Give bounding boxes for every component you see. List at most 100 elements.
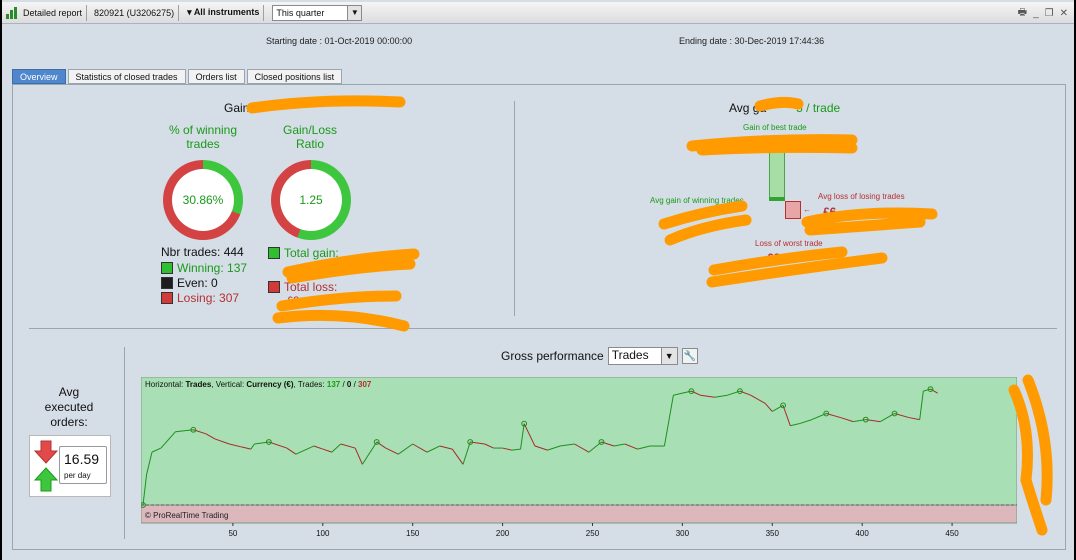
overview-panel: Gain: % of winning trades Gain/Loss Rati… bbox=[12, 84, 1066, 550]
total-gain: Total gain: bbox=[268, 246, 339, 260]
total-loss-label: Total loss: bbox=[284, 280, 338, 294]
green-swatch-icon bbox=[268, 247, 280, 259]
tab-overview[interactable]: Overview bbox=[12, 69, 66, 84]
winning-count: Winning: 137 bbox=[161, 261, 247, 275]
chart-info-h-prefix: Horizontal: bbox=[145, 380, 185, 389]
report-title: Detailed report bbox=[23, 7, 83, 18]
x-tick-label: 400 bbox=[855, 529, 869, 538]
report-window: Detailed report 820921 (U3206275) ▾ All … bbox=[0, 0, 1076, 560]
period-value: This quarter bbox=[276, 7, 325, 18]
chevron-down-icon: ▼ bbox=[660, 348, 677, 364]
window-controls: 🖶 _ ❐ ✕ bbox=[1018, 5, 1068, 22]
horizontal-divider bbox=[29, 328, 1057, 329]
close-icon[interactable]: ✕ bbox=[1060, 8, 1068, 19]
toolbar-divider bbox=[86, 4, 88, 21]
avg-title-text: Avg ga bbox=[729, 101, 767, 115]
worst-loss-value: £2 bbox=[767, 251, 781, 265]
performance-mode-value: Trades bbox=[611, 348, 649, 362]
winning-pct: 30.86% bbox=[172, 169, 234, 231]
gross-performance-chart[interactable]: Horizontal: Trades, Vertical: Currency (… bbox=[140, 376, 1018, 538]
loss-worst-trade-label: Loss of worst trade bbox=[755, 239, 823, 248]
chart-info-label: Horizontal: Trades, Vertical: Currency (… bbox=[145, 380, 372, 389]
chart-info-h-value: Trades bbox=[185, 380, 211, 389]
toolbar: Detailed report 820921 (U3206275) ▾ All … bbox=[2, 2, 1074, 24]
copyright-label: © ProRealTime Trading bbox=[145, 511, 228, 520]
losing-text: Losing: 307 bbox=[177, 291, 240, 305]
toolbar-divider bbox=[263, 4, 265, 21]
arrow-up-icon bbox=[33, 467, 59, 492]
gross-performance-title: Gross performance bbox=[501, 349, 604, 363]
positive-region bbox=[140, 376, 1018, 506]
chart-info-t-prefix: , Trades: bbox=[294, 380, 327, 389]
avg-loss-value: £6 bbox=[823, 205, 837, 219]
vertical-divider bbox=[514, 101, 515, 316]
per-day-card: 16.59 per day bbox=[59, 446, 107, 484]
chart-info-v-prefix: , Vertical: bbox=[211, 380, 246, 389]
instruments-dropdown[interactable]: ▾ All instruments bbox=[187, 7, 259, 18]
ratio-value: 1.25 bbox=[280, 169, 342, 231]
chart-info-separator: / bbox=[340, 380, 347, 389]
x-tick-label: 300 bbox=[676, 529, 690, 538]
losing-count: Losing: 307 bbox=[161, 291, 239, 305]
toolbar-divider bbox=[178, 4, 180, 21]
performance-mode-select[interactable]: Trades ▼ bbox=[607, 347, 678, 365]
wrench-icon[interactable]: 🔧 bbox=[681, 348, 698, 364]
x-tick-label: 150 bbox=[406, 529, 420, 538]
total-loss: Total loss: bbox=[268, 280, 337, 294]
instruments-label: All instruments bbox=[193, 7, 260, 17]
gross-performance-header: Gross performance Trades ▼ 🔧 bbox=[501, 347, 698, 365]
account-number[interactable]: 820921 (U3206275) bbox=[94, 8, 174, 18]
x-tick-label: 100 bbox=[316, 529, 330, 538]
negative-region bbox=[140, 504, 1018, 524]
tab-statistics[interactable]: Statistics of closed trades bbox=[67, 69, 186, 84]
chart-icon bbox=[6, 6, 20, 19]
avg-executed-orders-box: 16.59 per day bbox=[29, 435, 111, 497]
chevron-down-icon: ▼ bbox=[347, 5, 362, 20]
chart-svg: Horizontal: Trades, Vertical: Currency (… bbox=[140, 376, 1018, 538]
gain-best-trade-label: Gain of best trade bbox=[743, 123, 807, 132]
gain-loss-ratio-title: Gain/Loss Ratio bbox=[282, 123, 338, 151]
x-tick-label: 250 bbox=[586, 529, 600, 538]
red-swatch-icon bbox=[268, 281, 280, 293]
per-day-unit: per day bbox=[64, 471, 91, 480]
x-tick-label: 50 bbox=[228, 529, 237, 538]
avg-loss-arrow: ← bbox=[803, 205, 811, 214]
x-tick-label: 450 bbox=[945, 529, 959, 538]
green-swatch-icon bbox=[161, 262, 173, 274]
tab-orders-list[interactable]: Orders list bbox=[187, 69, 245, 84]
restore-icon[interactable]: ❐ bbox=[1045, 8, 1054, 19]
total-gain-label: Total gain: bbox=[284, 246, 339, 260]
tab-closed-positions[interactable]: Closed positions list bbox=[246, 69, 343, 84]
per-day-value: 16.59 bbox=[64, 451, 100, 467]
avg-title-suffix: 5 / trade bbox=[796, 101, 841, 115]
tab-bar: Overview Statistics of closed trades Ord… bbox=[12, 69, 343, 84]
total-loss-value: £2 bbox=[287, 295, 300, 307]
chart-info-win-count: 137 bbox=[327, 380, 341, 389]
red-swatch-icon bbox=[161, 292, 173, 304]
x-tick-label: 200 bbox=[496, 529, 510, 538]
avg-gain-marker bbox=[769, 197, 785, 201]
ratio-donut: 1.25 bbox=[271, 160, 351, 240]
loss-bar bbox=[785, 201, 801, 219]
even-count: Even: 0 bbox=[161, 276, 218, 290]
gain-bar bbox=[769, 143, 785, 201]
x-tick-label: 350 bbox=[766, 529, 780, 538]
chart-info-v-value: Currency (€) bbox=[246, 380, 293, 389]
arrows-graphic bbox=[33, 440, 59, 492]
avg-loss-losing-label: Avg loss of losing trades bbox=[818, 192, 905, 201]
winning-text: Winning: 137 bbox=[177, 261, 248, 275]
ending-date: Ending date : 30-Dec-2019 17:44:36 bbox=[679, 36, 825, 46]
even-text: Even: 0 bbox=[177, 276, 218, 290]
avg-gain-winning-label: Avg gain of winning trades bbox=[650, 196, 744, 205]
arrow-down-icon bbox=[33, 440, 59, 464]
avg-gain-title: Avg ga 5 / trade bbox=[729, 101, 840, 115]
period-select[interactable]: This quarter ▼ bbox=[272, 4, 363, 21]
printer-icon[interactable]: 🖶 bbox=[1018, 5, 1027, 22]
nbr-trades-text: Nbr trades: 444 bbox=[161, 245, 244, 259]
minimize-icon[interactable]: _ bbox=[1033, 8, 1039, 19]
black-swatch-icon bbox=[161, 277, 173, 289]
chart-info-lose-count: 307 bbox=[358, 380, 372, 389]
starting-date: Starting date : 01-Oct-2019 00:00:00 bbox=[266, 36, 413, 46]
chart-info-separator: / bbox=[351, 380, 358, 389]
nbr-trades: Nbr trades: 444 bbox=[161, 245, 244, 259]
